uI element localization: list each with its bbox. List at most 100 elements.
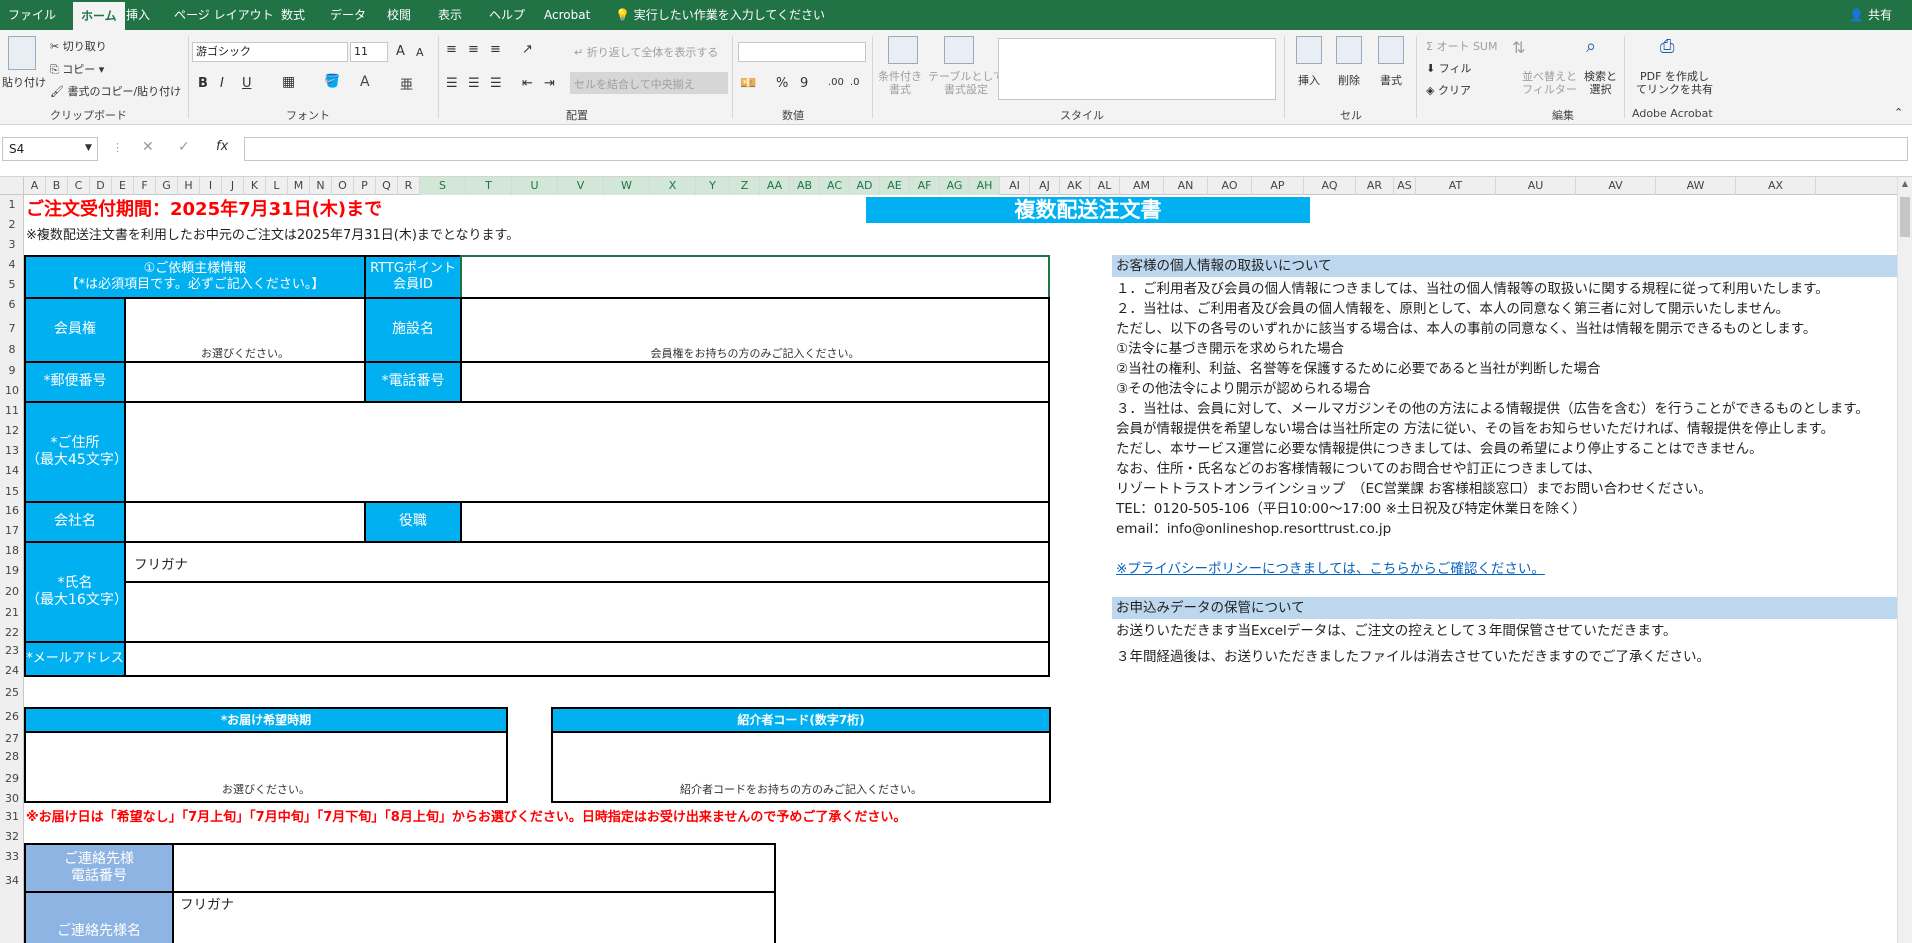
increase-decimal-icon[interactable]: .00	[828, 77, 844, 88]
align-top-icon[interactable]: ≡	[446, 42, 457, 57]
column-header[interactable]: AK	[1060, 177, 1090, 195]
row-header[interactable]: 34	[0, 871, 24, 891]
row-header[interactable]: 20	[0, 582, 24, 602]
font-size-select[interactable]: 11	[350, 42, 388, 62]
column-header[interactable]: AU	[1496, 177, 1576, 195]
email-input[interactable]	[124, 641, 1050, 677]
fill-color-icon[interactable]: 🪣	[324, 74, 340, 89]
row-header[interactable]: 7	[0, 319, 24, 339]
row-header[interactable]: 19	[0, 561, 24, 581]
column-header[interactable]: B	[46, 177, 68, 195]
column-header[interactable]: I	[200, 177, 222, 195]
row-header[interactable]: 21	[0, 603, 24, 623]
row-header[interactable]: 6	[0, 295, 24, 315]
tab-page-layout[interactable]: ページ レイアウト	[174, 0, 274, 30]
row-header[interactable]: 5	[0, 275, 24, 295]
address-input[interactable]	[124, 401, 1050, 503]
clear-button[interactable]: ◈ クリア	[1426, 82, 1471, 98]
tab-help[interactable]: ヘルプ	[489, 0, 525, 30]
tab-acrobat[interactable]: Acrobat	[544, 0, 590, 30]
row-header[interactable]: 11	[0, 401, 24, 421]
font-color-icon[interactable]: A	[360, 74, 370, 90]
column-header[interactable]: AB	[790, 177, 820, 195]
insert-cells-button[interactable]: 挿入	[1298, 72, 1320, 88]
column-header[interactable]: AM	[1120, 177, 1164, 195]
row-header[interactable]: 27	[0, 729, 24, 749]
row-header[interactable]: 15	[0, 482, 24, 502]
contact-phone-input[interactable]	[172, 843, 776, 893]
column-header[interactable]: AN	[1164, 177, 1208, 195]
row-header[interactable]: 30	[0, 789, 24, 809]
font-name-select[interactable]: 游ゴシック	[192, 42, 348, 62]
comma-button[interactable]: 9	[800, 76, 808, 91]
row-header[interactable]: 25	[0, 683, 24, 703]
format-painter-button[interactable]: 🖌 書式のコピー/貼り付け	[50, 83, 181, 99]
row-header[interactable]: 14	[0, 461, 24, 481]
column-header[interactable]: A	[24, 177, 46, 195]
row-header[interactable]: 31	[0, 807, 24, 827]
cancel-icon[interactable]: ✕	[142, 139, 154, 155]
tab-review[interactable]: 校閲	[387, 0, 411, 30]
column-header[interactable]: D	[90, 177, 112, 195]
bold-button[interactable]: B	[198, 76, 208, 91]
align-right-icon[interactable]: ☰	[490, 76, 502, 91]
phonetic-icon[interactable]: 亜	[400, 74, 413, 93]
row-header[interactable]: 13	[0, 441, 24, 461]
cut-button[interactable]: ✂ 切り取り	[50, 38, 107, 54]
row-header[interactable]: 24	[0, 661, 24, 681]
align-middle-icon[interactable]: ≡	[468, 42, 479, 57]
row-header[interactable]: 33	[0, 847, 24, 867]
row-header[interactable]: 29	[0, 769, 24, 789]
column-header[interactable]: AE	[880, 177, 910, 195]
contact-name-input[interactable]	[172, 891, 776, 943]
tab-data[interactable]: データ	[330, 0, 366, 30]
column-header[interactable]: AW	[1656, 177, 1736, 195]
fill-button[interactable]: ⬇ フィル	[1426, 60, 1472, 76]
column-header[interactable]: AI	[1000, 177, 1030, 195]
tab-insert[interactable]: 挿入	[126, 0, 150, 30]
row-header[interactable]: 1	[0, 195, 24, 215]
column-header[interactable]: AR	[1356, 177, 1394, 195]
orientation-icon[interactable]: ↗	[522, 42, 533, 57]
column-header[interactable]: R	[398, 177, 420, 195]
name-box[interactable]: S4	[2, 137, 98, 161]
autosum-button[interactable]: Σ オート SUM	[1426, 38, 1497, 54]
company-input[interactable]	[124, 501, 366, 543]
row-header[interactable]: 9	[0, 361, 24, 381]
row-header[interactable]: 2	[0, 215, 24, 235]
chevron-down-icon[interactable]: ▼	[85, 143, 92, 153]
scroll-thumb[interactable]	[1900, 197, 1910, 237]
column-header[interactable]: W	[604, 177, 650, 195]
decrease-font-icon[interactable]: A	[416, 46, 424, 59]
row-header[interactable]: 16	[0, 501, 24, 521]
format-cells-button[interactable]: 書式	[1380, 72, 1402, 88]
column-header[interactable]: E	[112, 177, 134, 195]
sort-filter-button[interactable]: 並べ替えと フィルター	[1522, 70, 1577, 96]
row-header[interactable]: 18	[0, 541, 24, 561]
share-button[interactable]: 👤 共有	[1849, 0, 1892, 30]
row-header[interactable]: 32	[0, 827, 24, 847]
column-header[interactable]: AG	[940, 177, 970, 195]
percent-button[interactable]: %	[776, 76, 788, 91]
align-bottom-icon[interactable]: ≡	[490, 42, 501, 57]
column-header[interactable]: Y	[696, 177, 730, 195]
name-input[interactable]	[124, 581, 1050, 643]
column-header[interactable]: AL	[1090, 177, 1120, 195]
find-select-button[interactable]: 検索と 選択	[1584, 70, 1617, 96]
column-header[interactable]: X	[650, 177, 696, 195]
phone-input[interactable]	[460, 361, 1050, 403]
rttg-id-input[interactable]	[460, 255, 1050, 299]
column-header[interactable]: Q	[376, 177, 398, 195]
row-header[interactable]: 26	[0, 707, 24, 727]
row-header[interactable]: 4	[0, 255, 24, 275]
column-header[interactable]: N	[310, 177, 332, 195]
column-header[interactable]: U	[512, 177, 558, 195]
align-left-icon[interactable]: ☰	[446, 76, 458, 91]
column-header[interactable]: AS	[1394, 177, 1416, 195]
column-header[interactable]: H	[178, 177, 200, 195]
copy-button[interactable]: ⎘ コピー ▾	[50, 61, 104, 77]
row-header[interactable]: 8	[0, 340, 24, 360]
italic-button[interactable]: I	[220, 76, 224, 91]
create-pdf-button[interactable]: PDF を作成し てリンクを共有	[1636, 70, 1713, 96]
border-icon[interactable]: ▦	[282, 74, 295, 90]
